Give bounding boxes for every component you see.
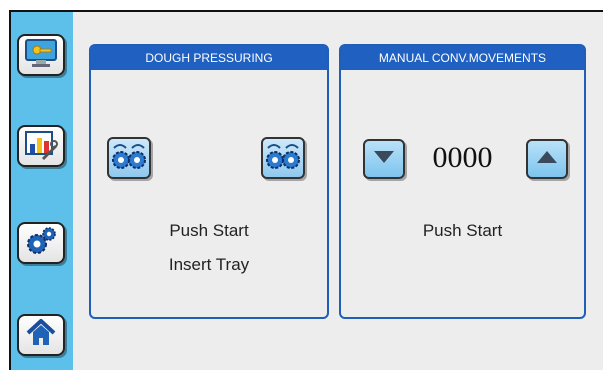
home-button[interactable] (17, 314, 65, 356)
maintenance-icon (24, 128, 58, 165)
panel-title: MANUAL CONV.MOVEMENTS (341, 46, 584, 70)
login-button[interactable] (17, 34, 65, 76)
login-icon (24, 38, 58, 73)
settings-button[interactable] (17, 222, 65, 264)
left-roller-button[interactable] (107, 137, 151, 179)
dough-pressuring-panel: DOUGH PRESSURING Push Start Insert Tray (89, 44, 329, 319)
status-message-line1: Push Start (169, 221, 249, 240)
up-arrow-icon (535, 149, 559, 170)
conveyor-up-button[interactable] (526, 139, 568, 179)
home-icon (25, 318, 57, 353)
rollers-gear-icon (265, 140, 301, 177)
status-message-line2: Insert Tray (168, 255, 250, 274)
right-roller-button[interactable] (261, 137, 305, 179)
maintenance-button[interactable] (17, 125, 65, 167)
status-message: Push Start (422, 221, 503, 240)
settings-icon (25, 226, 57, 261)
sidebar (11, 12, 73, 370)
rollers-gear-icon (111, 140, 147, 177)
manual-conveyor-panel: MANUAL CONV.MOVEMENTS 0000 Push Start (339, 44, 586, 319)
panel-title: DOUGH PRESSURING (91, 46, 327, 70)
